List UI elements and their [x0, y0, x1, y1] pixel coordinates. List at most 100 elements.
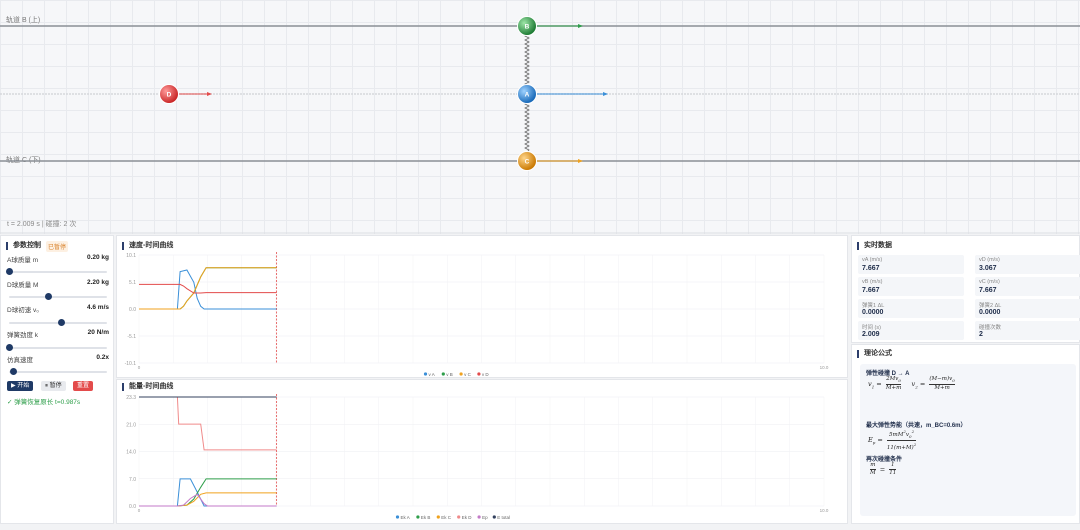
param-mass-d: D球质量 M 2.20 kg	[7, 279, 109, 289]
y-tick-label: 0.0	[129, 307, 136, 313]
param-mass-d-value: 2.20 kg	[86, 279, 109, 286]
mass-a-slider[interactable]	[6, 268, 107, 275]
live-data-title: 实时数据	[857, 242, 892, 250]
velocity-chart: 10.1 5.1 0.0 -5.1 -10.10 10.0 v A v B v C v D	[125, 252, 829, 377]
live-cell-key: 碰撞次数	[979, 325, 1002, 331]
controls-title: 参数控制	[6, 242, 41, 250]
ball-a: A	[517, 84, 537, 104]
spring-k-slider[interactable]	[6, 344, 107, 351]
arrow-d	[178, 92, 212, 96]
legend-label: v A	[429, 372, 435, 377]
live-cell-value: 0.0000	[862, 309, 884, 316]
legend-marker	[477, 372, 481, 376]
live-cell-key: vA (m/s)	[862, 257, 883, 263]
param-spring-k-value: 20 N/m	[87, 329, 109, 336]
series-line	[139, 267, 277, 310]
x-tick-label: 10.0	[820, 508, 829, 513]
live-cell-value: 7.667	[862, 287, 880, 294]
param-sim-speed: 仿真速度 0.2x	[7, 354, 109, 364]
energy-chart-panel: 能量-时间曲线 23.3 21.0 14.0 7.0 0.0 0 10.0 Ek A Ek B E…	[116, 379, 848, 524]
paused-badge: 已暂停	[46, 241, 69, 252]
spring-k-slider-knob[interactable]	[6, 344, 13, 351]
series-line	[139, 396, 277, 451]
param-mass-a-label: A球质量 m	[7, 257, 39, 264]
velocity-d-slider-knob[interactable]	[58, 319, 65, 326]
live-cell-key: 弹簧2 ΔL	[979, 303, 1002, 309]
velocity-chart-panel: 速度-时间曲线 10.1 5.1 0.0 -5.1 -10.1 0 10.0 v A v B v …	[116, 235, 848, 378]
reset-button[interactable]: 重置	[73, 381, 94, 391]
formula-energy: Ep = 5mM2v02 11(m+M)2	[868, 429, 917, 451]
x-tick-label: 0	[138, 508, 141, 513]
param-mass-a: A球质量 m 0.20 kg	[7, 254, 109, 264]
param-mass-d-label: D球质量 M	[7, 282, 39, 289]
mass-d-slider[interactable]	[9, 293, 107, 300]
legend-marker	[477, 515, 481, 519]
live-cell-key: vC (m/s)	[979, 279, 1000, 285]
param-spring-k: 弹簧劲度 k 20 N/m	[7, 329, 109, 339]
legend-marker	[457, 515, 461, 519]
ball-b: B	[517, 16, 537, 36]
live-cell-value: 7.667	[862, 265, 880, 272]
legend-marker	[395, 515, 400, 519]
live-cell: vA (m/s) 7.667	[858, 255, 964, 274]
legend-label: Ek C	[441, 515, 452, 520]
pause-button[interactable]: ⏸ 暂停	[41, 381, 66, 391]
svg-text:D: D	[167, 92, 172, 99]
param-velocity-d-label: D球初速 v₀	[7, 307, 39, 314]
sim-speed-slider-knob[interactable]	[10, 368, 17, 375]
live-cell-value: 2	[979, 331, 983, 338]
formula-box: 弹性碰撞 D → A v1 = 2Mv0 M+m v2 = (M−m)v0 M+m …	[860, 364, 1076, 516]
legend-marker	[416, 515, 420, 519]
live-cell-key: vB (m/s)	[862, 279, 883, 285]
legend-label: Ek D	[462, 515, 473, 520]
live-cell: vD (m/s) 3.067	[975, 255, 1080, 274]
legend-label: Ep	[482, 515, 488, 520]
legend-marker	[436, 515, 440, 519]
mass-a-slider-knob[interactable]	[6, 268, 13, 275]
live-cell: vC (m/s) 7.667	[975, 277, 1080, 296]
controls-panel: 参数控制 已暂停 A球质量 m 0.20 kg D球质量 M 2.20 kg D球初…	[0, 235, 114, 524]
spring-ac	[524, 101, 530, 153]
legend-label: v D	[482, 372, 490, 377]
energy-chart-title: 能量-时间曲线	[122, 383, 173, 391]
energy-chart: 23.3 21.0 14.0 7.0 0.00 10.0 Ek A Ek B Ek C Ek D E…	[126, 394, 829, 520]
live-cell-value: 3.067	[979, 265, 997, 272]
series-line	[139, 267, 277, 310]
y-tick-label: 7.0	[129, 477, 136, 483]
live-cell: 碰撞次数 2	[975, 321, 1080, 340]
legend-label: Ek A	[401, 515, 410, 520]
arrow-c	[536, 159, 583, 163]
formula-condition: mM = 1 11	[870, 462, 897, 476]
series-line	[139, 493, 277, 507]
svg-text:C: C	[525, 159, 530, 166]
param-spring-k-label: 弹簧劲度 k	[7, 332, 39, 339]
legend-label: Ek B	[421, 515, 431, 520]
legend-marker	[441, 372, 445, 376]
ball-d: D	[159, 84, 179, 104]
live-cell-key: vD (m/s)	[979, 257, 1000, 263]
y-tick-label: 23.3	[126, 395, 136, 401]
velocity-d-slider[interactable]	[9, 319, 107, 326]
y-tick-label: 5.1	[129, 280, 136, 286]
x-tick-label: 0	[138, 365, 141, 370]
live-cell-key: 弹簧1 ΔL	[862, 303, 885, 309]
ball-c: C	[517, 151, 537, 171]
sim-speed-slider[interactable]	[9, 368, 107, 375]
mass-d-slider-knob[interactable]	[45, 293, 52, 300]
status-readout: t = 2.009 s | 碰撞: 2 次	[7, 221, 77, 228]
theory-panel: 理论公式 弹性碰撞 D → A v1 = 2Mv0 M+m v2 = (M−m)v…	[851, 344, 1080, 524]
start-button[interactable]: ▶ 开始	[7, 381, 34, 391]
y-tick-label: 14.0	[126, 450, 136, 456]
live-cell-key: 时间 (s)	[862, 325, 881, 331]
live-cell-value: 7.667	[979, 287, 997, 294]
live-cell: vB (m/s) 7.667	[858, 277, 964, 296]
spring-note: ✓ 弹簧恢复原长 t=0.987s	[7, 399, 81, 406]
live-cell: 弹簧1 ΔL 0.0000	[858, 299, 964, 318]
param-sim-speed-label: 仿真速度	[7, 357, 33, 364]
legend-marker	[459, 372, 463, 376]
y-tick-label: 10.1	[126, 253, 136, 259]
y-tick-label: 0.0	[129, 504, 136, 510]
simulation-drawing: D A B C	[0, 16, 1080, 234]
formula-collision: v1 = 2Mv0 M+m v2 = (M−m)v0 M+m	[868, 376, 955, 392]
series-line	[139, 492, 277, 507]
